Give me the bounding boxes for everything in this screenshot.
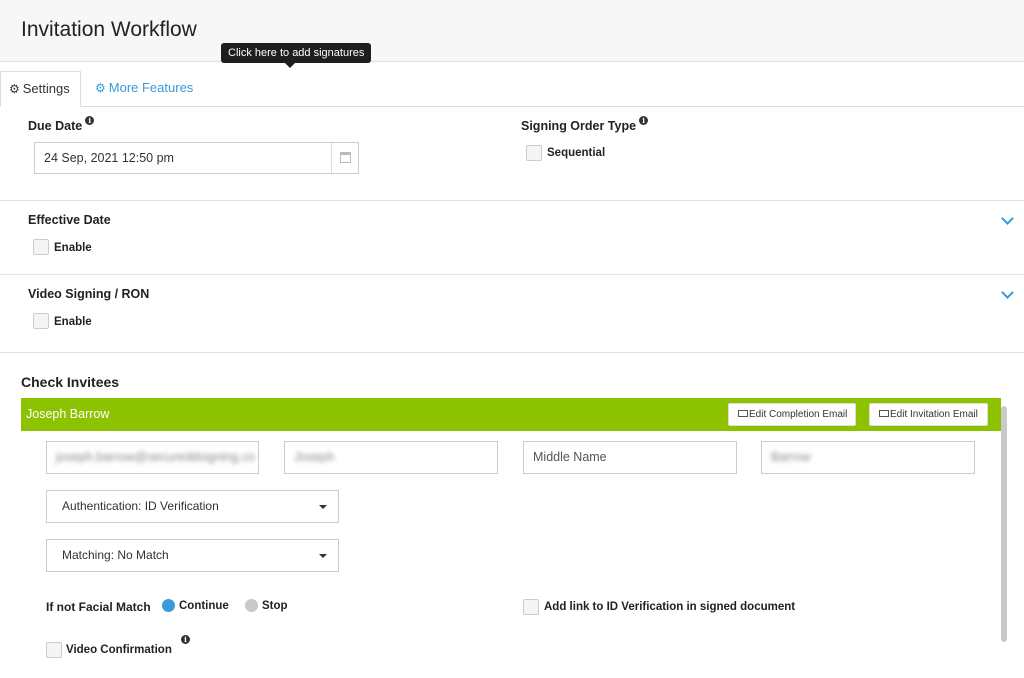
envelope-icon	[879, 410, 889, 417]
effective-date-enable-label: Enable	[54, 242, 92, 254]
gears-icon: ⚙	[95, 81, 106, 95]
last-name-field[interactable]: Barrow	[761, 441, 975, 474]
sequential-checkbox[interactable]	[526, 145, 542, 161]
first-name-value: Joseph	[294, 450, 335, 464]
caret-down-icon	[319, 554, 327, 558]
middle-name-field[interactable]: Middle Name	[523, 441, 737, 474]
matching-value: Matching: No Match	[62, 548, 169, 562]
edit-invitation-email-button[interactable]: Edit Invitation Email	[869, 403, 988, 426]
info-icon[interactable]: i	[639, 116, 649, 125]
scrollbar[interactable]	[1001, 406, 1007, 642]
page-title: Invitation Workflow	[21, 18, 197, 41]
matching-select[interactable]: Matching: No Match	[46, 539, 339, 572]
tab-more-features[interactable]: ⚙ More Features	[95, 71, 193, 107]
calendar-icon	[340, 152, 351, 163]
info-icon[interactable]: i	[85, 116, 95, 125]
facial-match-label: If not Facial Match	[46, 600, 151, 614]
stop-label: Stop	[262, 600, 288, 612]
edit-invitation-email-label: Edit Invitation Email	[890, 409, 978, 420]
video-confirmation-checkbox[interactable]	[46, 642, 62, 658]
tab-more-features-label: More Features	[108, 80, 194, 95]
last-name-value: Barrow	[771, 450, 811, 464]
video-signing-enable-label: Enable	[54, 316, 92, 328]
check-invitees-title: Check Invitees	[21, 374, 120, 390]
info-icon[interactable]: i	[181, 635, 190, 644]
continue-label: Continue	[179, 600, 229, 612]
tab-bar: ⚙ Settings ⚙ More Features	[0, 71, 1024, 107]
stop-radio[interactable]	[245, 599, 258, 612]
caret-down-icon	[319, 505, 327, 509]
envelope-icon	[738, 410, 748, 417]
divider	[0, 352, 1024, 353]
video-signing-label: Video Signing / RON	[28, 287, 150, 301]
chevron-down-icon[interactable]	[1001, 286, 1014, 299]
divider	[0, 274, 1024, 275]
chevron-down-icon[interactable]	[1001, 212, 1014, 225]
video-confirmation-label: Video Confirmation	[66, 644, 172, 656]
effective-date-enable-checkbox[interactable]	[33, 239, 49, 255]
invitee-name: Joseph Barrow	[26, 407, 110, 421]
signing-order-label-text: Signing Order Type	[521, 119, 637, 133]
signing-order-label: Signing Order Type i	[521, 116, 649, 133]
page-header: Invitation Workflow	[0, 0, 1024, 62]
calendar-button[interactable]	[331, 143, 358, 173]
tab-settings-label: Settings	[22, 81, 70, 96]
continue-radio[interactable]	[162, 599, 175, 612]
email-field[interactable]: joseph.barrow@secureddsigning.co	[46, 441, 259, 474]
first-name-field[interactable]: Joseph	[284, 441, 498, 474]
middle-name-placeholder: Middle Name	[533, 450, 607, 464]
video-signing-enable-checkbox[interactable]	[33, 313, 49, 329]
due-date-value[interactable]: 24 Sep, 2021 12:50 pm	[44, 143, 174, 173]
invitee-header: Joseph Barrow Edit Completion Email Edit…	[21, 398, 1001, 431]
add-link-checkbox[interactable]	[523, 599, 539, 615]
due-date-label: Due Date i	[28, 116, 95, 133]
sequential-label: Sequential	[547, 147, 606, 159]
authentication-value: Authentication: ID Verification	[62, 499, 219, 513]
add-link-label: Add link to ID Verification in signed do…	[544, 601, 796, 613]
effective-date-label: Effective Date	[28, 213, 111, 227]
gear-icon: ⚙	[9, 82, 20, 96]
due-date-label-text: Due Date	[28, 119, 83, 133]
authentication-select[interactable]: Authentication: ID Verification	[46, 490, 339, 523]
edit-completion-email-button[interactable]: Edit Completion Email	[728, 403, 856, 426]
tab-settings[interactable]: ⚙ Settings	[0, 71, 81, 107]
due-date-field[interactable]: 24 Sep, 2021 12:50 pm	[34, 142, 359, 174]
email-value: joseph.barrow@secureddsigning.co	[56, 450, 255, 464]
add-signatures-tooltip: Click here to add signatures	[221, 43, 372, 68]
divider	[0, 200, 1024, 201]
edit-completion-email-label: Edit Completion Email	[749, 409, 848, 420]
